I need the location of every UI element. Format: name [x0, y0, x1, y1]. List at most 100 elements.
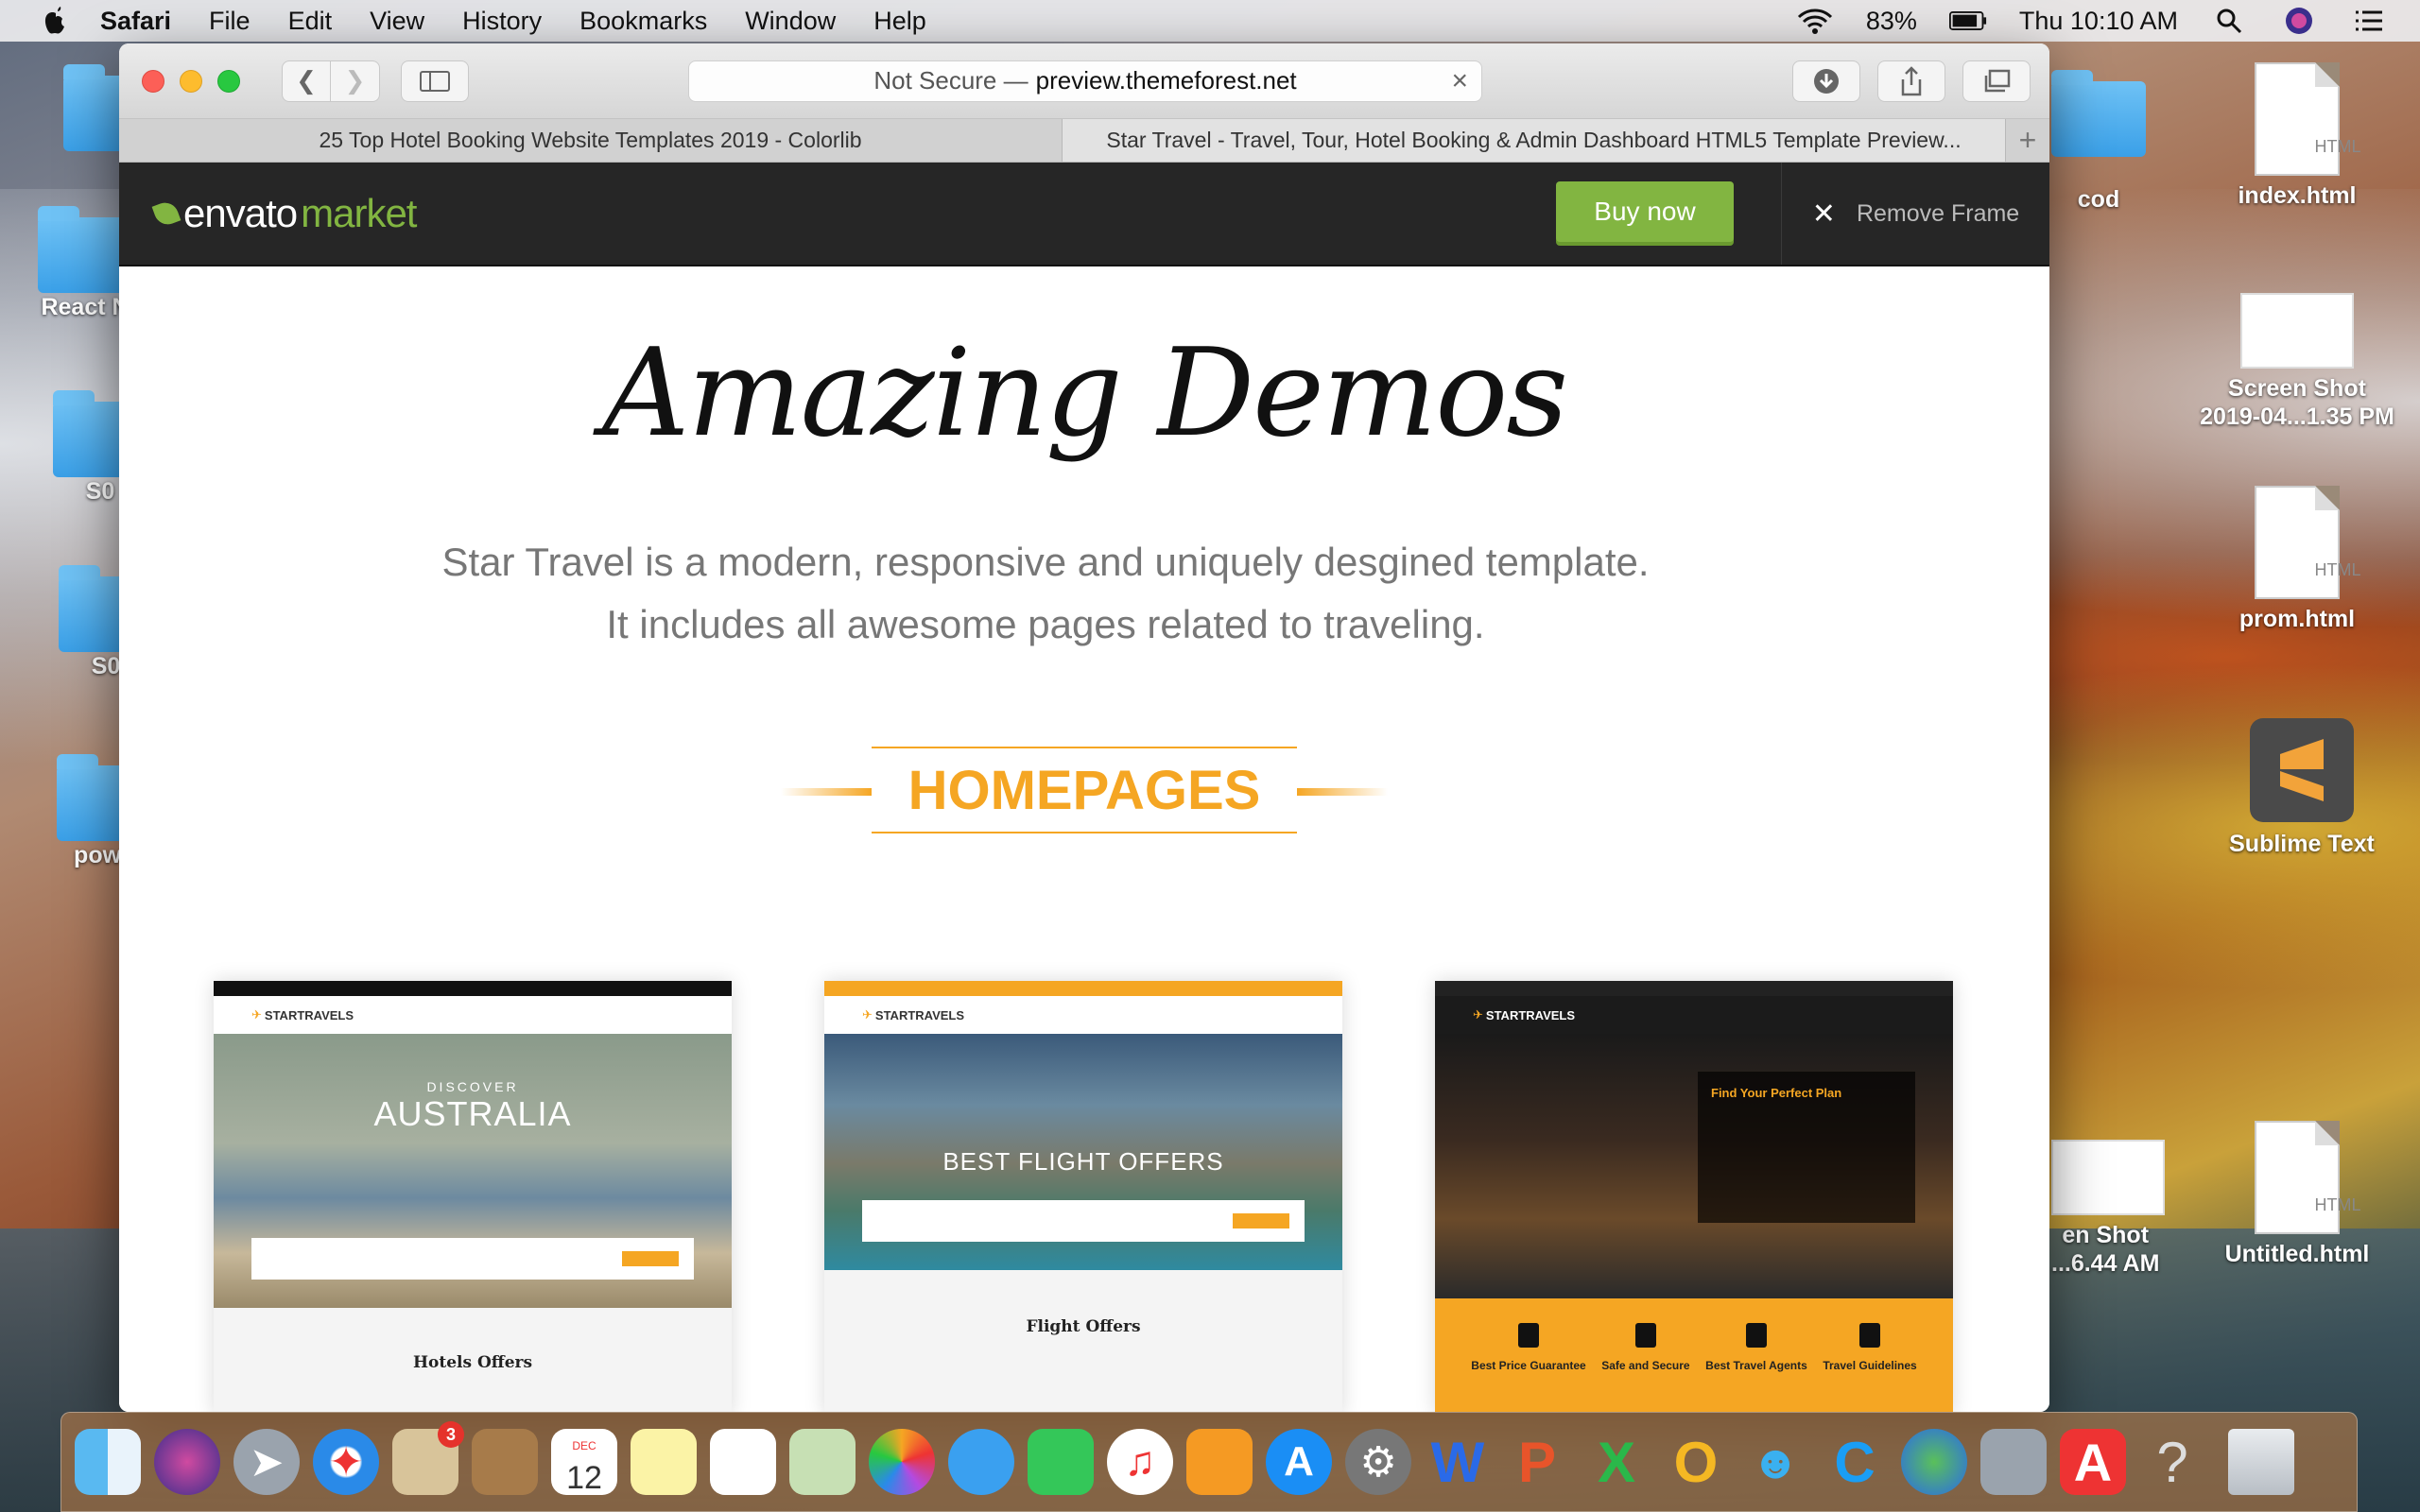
safari-icon[interactable]: ✦ [313, 1429, 379, 1495]
close-icon: ✕ [1811, 198, 1836, 230]
reminders-icon[interactable] [710, 1429, 776, 1495]
notification-center-icon[interactable] [2350, 6, 2388, 36]
messenger-icon[interactable]: ☻ [1742, 1429, 1808, 1495]
photos-icon[interactable] [869, 1429, 935, 1495]
tabs-overview-button[interactable] [1962, 60, 2031, 102]
demo-card-2[interactable]: ✈ STARTRAVELS BEST FLIGHT OFFERS Flight O… [824, 981, 1342, 1412]
mail-icon[interactable]: 3 [392, 1421, 464, 1495]
lync-icon[interactable]: C [1822, 1429, 1888, 1495]
excel-icon[interactable]: X [1583, 1429, 1650, 1495]
stop-loading-icon[interactable]: × [1451, 65, 1468, 97]
messages-icon[interactable] [948, 1429, 1014, 1495]
sidebar-button[interactable] [401, 60, 469, 102]
envato-market-logo[interactable]: envato market [151, 191, 417, 236]
network-utility-icon[interactable] [1980, 1429, 2047, 1495]
demo-feature: Safe and Secure [1601, 1323, 1690, 1372]
demo-plan-panel: Find Your Perfect Plan [1698, 1072, 1915, 1223]
demo-nav: ✈ STARTRAVELS [1435, 996, 1953, 1034]
menu-bookmarks[interactable]: Bookmarks [579, 7, 707, 36]
forward-button[interactable]: ❯ [331, 60, 380, 102]
desktop-folder-2[interactable]: React N [38, 206, 132, 321]
section-title: HOMEPAGES [872, 747, 1297, 833]
acrobat-icon[interactable]: A [2060, 1429, 2126, 1495]
menubar-clock[interactable]: Thu 10:10 AM [2019, 7, 2178, 36]
apple-icon[interactable] [38, 3, 74, 39]
demo-hero-image: Find Your Perfect Plan [1435, 1034, 1953, 1298]
envato-preview-bar: envato market Buy now ✕ Remove Frame [119, 163, 2049, 266]
desktop-file-untitled-html[interactable]: HTML Untitled.html [2203, 1121, 2392, 1268]
page-lead: Star Travel is a modern, responsive and … [441, 540, 1650, 646]
battery-percent[interactable]: 83% [1866, 7, 1917, 36]
demo-hero-image: DISCOVER AUSTRALIA [214, 1034, 732, 1308]
powerpoint-icon[interactable]: P [1504, 1429, 1570, 1495]
demo-feature: Travel Guidelines [1823, 1323, 1917, 1372]
history-nav: ❮ ❯ [282, 60, 380, 102]
address-bar[interactable]: Not Secure — preview.themeforest.net × [688, 60, 1482, 102]
back-button[interactable]: ❮ [282, 60, 331, 102]
globe-icon[interactable] [1901, 1429, 1967, 1495]
title-decoration-left [781, 788, 872, 796]
mail-badge: 3 [438, 1421, 464, 1448]
itunes-icon[interactable]: ♫ [1107, 1429, 1173, 1495]
desktop-screenshot-1[interactable]: Screen Shot 2019-04...1.35 PM [2174, 293, 2420, 431]
outlook-icon[interactable]: O [1663, 1429, 1729, 1495]
launchpad-icon[interactable]: ➤ [233, 1429, 300, 1495]
buy-now-button[interactable]: Buy now [1556, 181, 1734, 242]
contacts-icon[interactable] [472, 1429, 538, 1495]
finder-icon[interactable] [75, 1429, 141, 1495]
new-tab-button[interactable]: + [2006, 119, 2049, 162]
demo-card-3[interactable]: ✈ STARTRAVELS Find Your Perfect Plan Best… [1435, 981, 1953, 1412]
folder-icon [38, 206, 132, 293]
page-content: Amazing Demos Star Travel is a modern, r… [119, 266, 2049, 1412]
tab-bar: 25 Top Hotel Booking Website Templates 2… [119, 119, 2049, 163]
spotlight-search-icon[interactable] [2210, 6, 2248, 36]
menu-edit[interactable]: Edit [288, 7, 333, 36]
lock-icon [1634, 1323, 1656, 1348]
list-icon [1859, 1323, 1881, 1348]
demo-feature: Best Travel Agents [1705, 1323, 1807, 1372]
app-store-icon[interactable]: A [1266, 1429, 1332, 1495]
share-button[interactable] [1877, 60, 1945, 102]
demo-feature: Best Price Guarantee [1471, 1323, 1586, 1372]
minimize-window-button[interactable] [180, 69, 202, 93]
wifi-icon[interactable] [1796, 6, 1834, 36]
desktop-file-index-html[interactable]: HTML index.html [2212, 62, 2382, 210]
desktop-file-prom-html[interactable]: HTML prom.html [2212, 486, 2382, 633]
menu-view[interactable]: View [370, 7, 424, 36]
demo-search-box [862, 1200, 1305, 1242]
desktop-screenshot-2[interactable]: en Shot ...6.44 AM [2051, 1140, 2193, 1278]
desktop-folder-right[interactable]: cod [2051, 70, 2146, 214]
download-icon [1814, 68, 1839, 94]
menu-bar: Safari File Edit View History Bookmarks … [0, 0, 2420, 42]
screenshot-thumbnail-icon [2051, 1140, 2165, 1215]
siri-icon[interactable] [2280, 6, 2318, 36]
demo-card-1[interactable]: ✈ STARTRAVELS DISCOVER AUSTRALIA Hotels O… [214, 981, 732, 1412]
toolbar-right [1775, 60, 2031, 102]
menu-help[interactable]: Help [873, 7, 926, 36]
desktop-app-sublime-text[interactable]: Sublime Text [2203, 718, 2401, 858]
menu-history[interactable]: History [462, 7, 542, 36]
facetime-icon[interactable] [1028, 1429, 1094, 1495]
maps-icon[interactable] [789, 1429, 856, 1495]
menu-file[interactable]: File [209, 7, 251, 36]
notes-icon[interactable] [631, 1429, 697, 1495]
window-controls [142, 69, 255, 93]
menu-app-safari[interactable]: Safari [100, 7, 171, 36]
books-icon[interactable] [1186, 1429, 1253, 1495]
system-preferences-icon[interactable]: ⚙ [1345, 1429, 1411, 1495]
tab-colorlib[interactable]: 25 Top Hotel Booking Website Templates 2… [119, 119, 1063, 162]
demo-hero-image: BEST FLIGHT OFFERS [824, 1034, 1342, 1270]
calendar-icon[interactable]: DEC 12 [551, 1429, 617, 1495]
siri-icon[interactable] [154, 1429, 220, 1495]
menu-window[interactable]: Window [745, 7, 836, 36]
word-icon[interactable]: W [1425, 1429, 1491, 1495]
tab-star-travel[interactable]: Star Travel - Travel, Tour, Hotel Bookin… [1063, 119, 2006, 162]
demo-topbar [214, 981, 732, 996]
close-window-button[interactable] [142, 69, 164, 93]
remove-frame-button[interactable]: ✕ Remove Frame [1781, 163, 2049, 265]
help-icon[interactable]: ? [2139, 1429, 2205, 1495]
zoom-window-button[interactable] [217, 69, 240, 93]
downloads-button[interactable] [1792, 60, 1860, 102]
trash-icon[interactable] [2228, 1429, 2294, 1495]
battery-icon[interactable] [1948, 6, 1987, 36]
